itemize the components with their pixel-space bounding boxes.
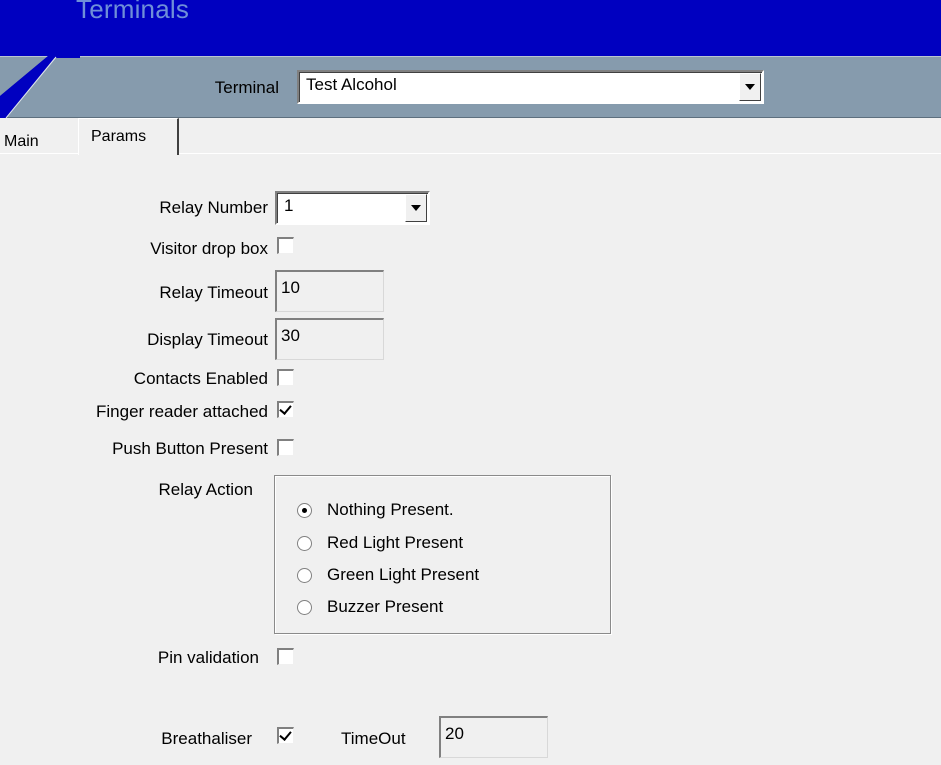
display-timeout-value: 30 bbox=[281, 326, 300, 345]
tab-main[interactable]: Main bbox=[0, 126, 77, 153]
relay-timeout-label: Relay Timeout bbox=[159, 283, 268, 302]
contacts-enabled-label: Contacts Enabled bbox=[133, 369, 268, 388]
tab-main-label: Main bbox=[4, 133, 39, 150]
terminal-label: Terminal bbox=[214, 78, 279, 97]
relay-timeout-input[interactable]: 10 bbox=[275, 270, 384, 312]
header-diagonal-accent bbox=[0, 56, 80, 118]
relay-number-value: 1 bbox=[284, 196, 294, 215]
app-title: Terminals bbox=[76, 0, 190, 24]
chevron-down-icon[interactable] bbox=[405, 194, 427, 222]
breathaliser-label: Breathaliser bbox=[161, 729, 252, 748]
finger-reader-attached-checkbox[interactable] bbox=[277, 401, 294, 418]
timeout-value: 20 bbox=[445, 724, 464, 743]
terminal-select[interactable]: Test Alcohol bbox=[297, 70, 764, 104]
tab-params[interactable]: Params bbox=[78, 118, 179, 155]
display-timeout-input[interactable]: 30 bbox=[275, 318, 384, 360]
visitor-drop-box-label: Visitor drop box bbox=[150, 239, 268, 258]
radio-nothing-present[interactable] bbox=[297, 503, 312, 518]
pin-validation-label: Pin validation bbox=[157, 648, 259, 667]
terminal-select-value: Test Alcohol bbox=[306, 75, 397, 94]
relay-timeout-value: 10 bbox=[281, 278, 300, 297]
pin-validation-checkbox[interactable] bbox=[277, 648, 294, 665]
relay-action-label: Relay Action bbox=[158, 480, 254, 499]
radio-green-light-present-label: Green Light Present bbox=[327, 565, 480, 584]
radio-buzzer-present[interactable] bbox=[297, 600, 312, 615]
chevron-down-icon[interactable] bbox=[739, 73, 761, 101]
contacts-enabled-checkbox[interactable] bbox=[277, 369, 294, 386]
radio-red-light-present-label: Red Light Present bbox=[327, 533, 464, 552]
display-timeout-label: Display Timeout bbox=[147, 330, 268, 349]
radio-green-light-present[interactable] bbox=[297, 568, 312, 583]
push-button-present-checkbox[interactable] bbox=[277, 439, 294, 456]
radio-buzzer-present-label: Buzzer Present bbox=[327, 597, 444, 616]
breathaliser-checkbox[interactable] bbox=[277, 727, 294, 744]
visitor-drop-box-checkbox[interactable] bbox=[277, 237, 294, 254]
timeout-input[interactable]: 20 bbox=[439, 716, 548, 758]
timeout-label: TimeOut bbox=[341, 729, 406, 748]
relay-number-label: Relay Number bbox=[159, 198, 268, 217]
radio-nothing-present-label: Nothing Present. bbox=[327, 500, 454, 519]
push-button-present-label: Push Button Present bbox=[112, 439, 268, 458]
radio-red-light-present[interactable] bbox=[297, 536, 312, 551]
relay-number-select[interactable]: 1 bbox=[275, 191, 430, 225]
finger-reader-attached-label: Finger reader attached bbox=[96, 402, 268, 421]
tab-params-label: Params bbox=[91, 128, 147, 145]
